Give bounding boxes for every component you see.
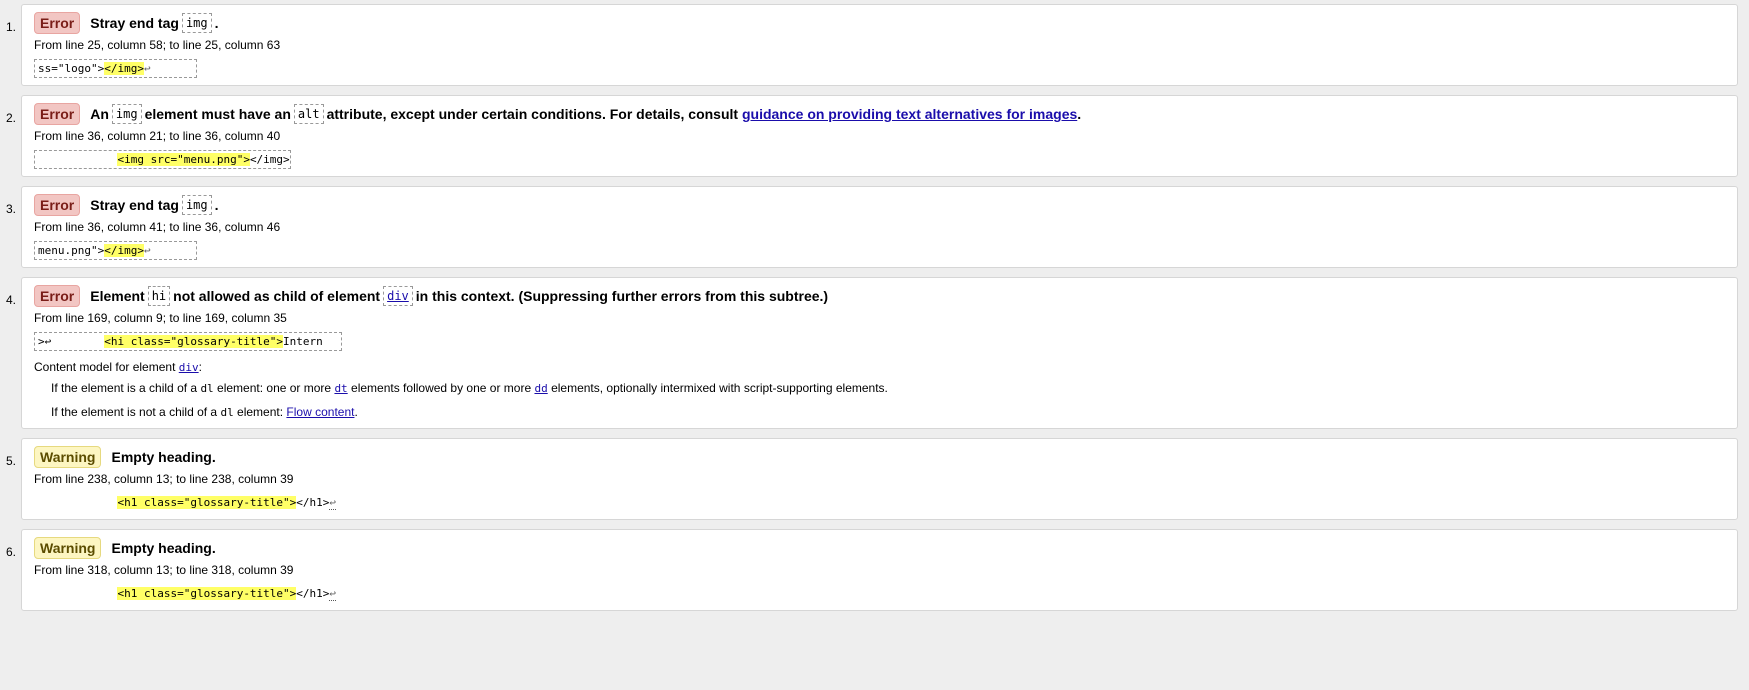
- message-heading: Warning Empty heading.: [34, 537, 216, 559]
- highlighted-code: <h1 class="glossary-title">: [117, 587, 297, 600]
- guidance-link[interactable]: guidance on providing text alternatives …: [742, 106, 1077, 122]
- line-break-icon: ↩: [143, 62, 151, 75]
- highlighted-code: </img>: [104, 244, 144, 257]
- highlighted-code: <img src="menu.png">: [117, 153, 250, 166]
- error-badge: Error: [34, 103, 81, 125]
- source-extract: >↩ <hi class="glossary-title">Intern: [34, 332, 342, 351]
- warning-badge: Warning: [34, 446, 102, 468]
- message-number: 3.: [5, 202, 16, 216]
- message-box: Error Stray end tag img. From line 25, c…: [21, 4, 1738, 86]
- message-item: 6. Warning Empty heading. From line 318,…: [0, 529, 1749, 611]
- message-item: 3. Error Stray end tag img. From line 36…: [0, 186, 1749, 268]
- message-number: 6.: [5, 545, 16, 559]
- flow-content-link[interactable]: Flow content: [286, 405, 354, 419]
- code-token: img: [111, 104, 142, 124]
- message-box: Error Element hi not allowed as child of…: [21, 277, 1738, 429]
- line-break-icon: ↩: [329, 587, 337, 601]
- source-extract: <h1 class="glossary-title"></h1>↩: [117, 496, 337, 510]
- content-model-label: Content model for element div:: [34, 360, 202, 374]
- location-text: From line 36, column 21; to line 36, col…: [34, 129, 281, 143]
- line-break-icon: ↩: [329, 496, 337, 510]
- location-text: From line 36, column 41; to line 36, col…: [34, 220, 281, 234]
- highlighted-code: </img>: [104, 62, 144, 75]
- message-heading: Error Stray end tag img.: [34, 194, 219, 216]
- message-number: 4.: [5, 293, 16, 307]
- code-token: img: [181, 13, 212, 33]
- location-text: From line 238, column 13; to line 238, c…: [34, 472, 294, 486]
- message-item: 2. Error An img element must have an alt…: [0, 95, 1749, 177]
- message-item: 1. Error Stray end tag img. From line 25…: [0, 4, 1749, 86]
- content-model-line: If the element is a child of a dl elemen…: [51, 381, 888, 395]
- message-box: Error An img element must have an alt at…: [21, 95, 1738, 177]
- highlighted-code: <hi class="glossary-title">: [104, 335, 284, 348]
- message-heading: Error Element hi not allowed as child of…: [34, 285, 828, 307]
- source-extract: ss="logo"></img>↩: [34, 59, 197, 78]
- code-token: hi: [147, 286, 171, 306]
- dd-element-link[interactable]: dd: [534, 382, 547, 395]
- validation-message-list: 1. Error Stray end tag img. From line 25…: [0, 0, 1749, 690]
- div-element-link[interactable]: div: [383, 286, 413, 306]
- error-badge: Error: [34, 12, 81, 34]
- source-extract: <img src="menu.png"></img>: [34, 150, 291, 169]
- dt-element-link[interactable]: dt: [334, 382, 347, 395]
- location-text: From line 25, column 58; to line 25, col…: [34, 38, 281, 52]
- source-extract: menu.png"></img>↩: [34, 241, 197, 260]
- message-box: Error Stray end tag img. From line 36, c…: [21, 186, 1738, 268]
- message-item: 5. Warning Empty heading. From line 238,…: [0, 438, 1749, 520]
- warning-badge: Warning: [34, 537, 102, 559]
- message-heading: Error Stray end tag img.: [34, 12, 219, 34]
- code-token: alt: [293, 104, 324, 124]
- location-text: From line 318, column 13; to line 318, c…: [34, 563, 294, 577]
- message-item: 4. Error Element hi not allowed as child…: [0, 277, 1749, 429]
- div-element-link[interactable]: div: [179, 361, 199, 374]
- content-model-line: If the element is not a child of a dl el…: [51, 405, 358, 419]
- message-heading: Warning Empty heading.: [34, 446, 216, 468]
- error-badge: Error: [34, 285, 81, 307]
- message-number: 2.: [5, 111, 16, 125]
- location-text: From line 169, column 9; to line 169, co…: [34, 311, 287, 325]
- message-number: 1.: [5, 20, 16, 34]
- message-text: Stray end tag: [90, 15, 179, 31]
- line-break-icon: ↩: [143, 244, 151, 257]
- message-box: Warning Empty heading. From line 238, co…: [21, 438, 1738, 520]
- message-number: 5.: [5, 454, 16, 468]
- error-badge: Error: [34, 194, 81, 216]
- code-token: img: [181, 195, 212, 215]
- highlighted-code: <h1 class="glossary-title">: [117, 496, 297, 509]
- source-extract: <h1 class="glossary-title"></h1>↩: [117, 587, 337, 601]
- message-box: Warning Empty heading. From line 318, co…: [21, 529, 1738, 611]
- message-heading: Error An img element must have an alt at…: [34, 103, 1081, 125]
